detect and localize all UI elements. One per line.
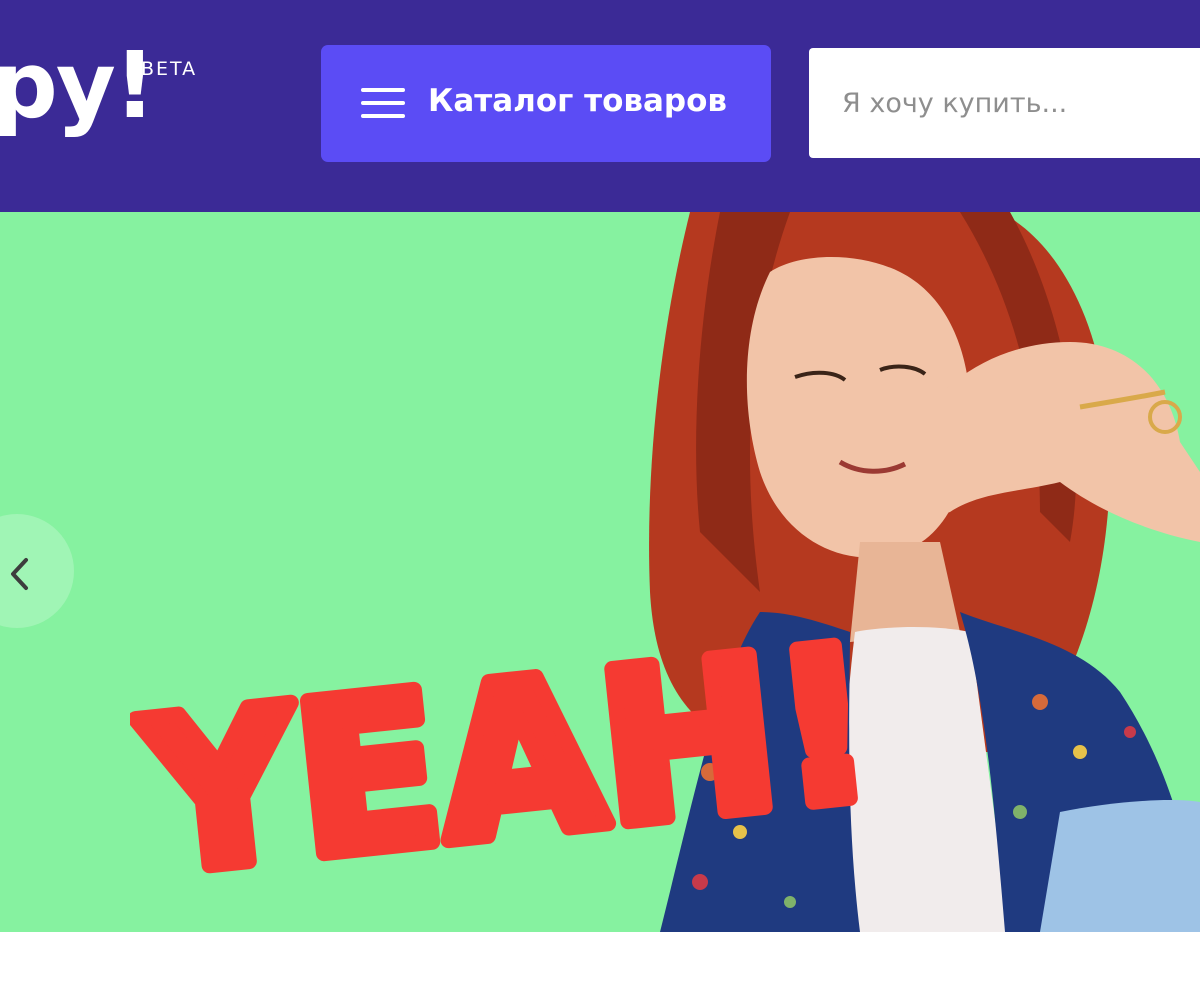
promo-headline: YEAH!: [130, 593, 892, 902]
chevron-left-icon: [11, 558, 28, 590]
promo-text: YEAH!: [130, 601, 884, 902]
catalog-button[interactable]: Каталог товаров: [321, 45, 771, 162]
hero-banner[interactable]: YEAH!: [0, 212, 1200, 932]
catalog-button-label: Каталог товаров: [428, 83, 728, 119]
site-header: ру! BETA Каталог товаров: [0, 0, 1200, 212]
beta-badge: BETA: [141, 58, 198, 80]
search-input[interactable]: [809, 48, 1200, 158]
site-logo[interactable]: ру!: [0, 40, 156, 132]
hamburger-menu-icon: [361, 88, 405, 118]
search-box[interactable]: [809, 48, 1200, 158]
